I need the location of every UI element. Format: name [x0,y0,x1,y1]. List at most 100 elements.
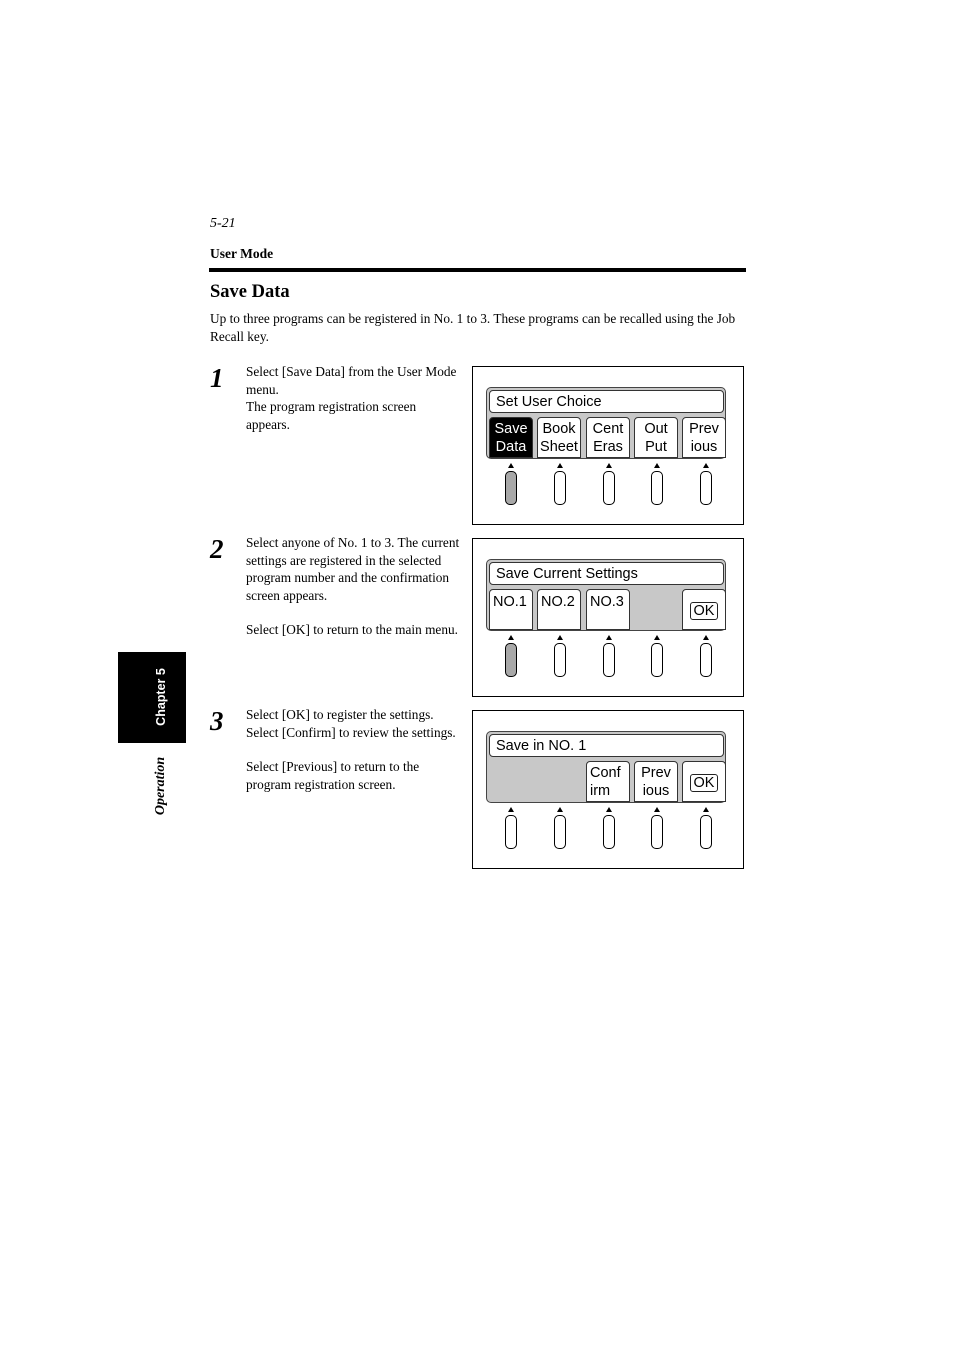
previous-key[interactable]: Prev ious [634,761,678,802]
lcd-screen: Save Current Settings NO.1 NO.2 NO.3 OK [486,559,726,631]
key-label: Book [542,421,576,437]
key-label: Prev [689,421,719,437]
page-title: Save Data [210,282,290,302]
hardware-key[interactable] [554,815,566,849]
hardware-key[interactable] [700,815,712,849]
key-label: ious [690,438,718,455]
step-text: Select [OK] to register the settings. Se… [246,706,461,793]
arrow-up-icon [508,463,514,468]
arrow-up-icon [654,463,660,468]
arrow-up-icon [508,807,514,812]
key-label: NO.2 [541,594,575,610]
hardware-key[interactable] [554,643,566,677]
confirm-key[interactable]: Conf irm [586,761,630,802]
hardware-key[interactable] [651,471,663,505]
hardware-key[interactable] [700,471,712,505]
hardware-button[interactable] [603,635,615,679]
hardware-key[interactable] [651,815,663,849]
arrow-up-icon [703,807,709,812]
step-paragraph: Select [Save Data] from the User Mode me… [246,364,457,397]
ok-key[interactable]: OK [682,589,726,630]
step-number: 3 [210,706,224,736]
lcd-title: Set User Choice [489,390,724,413]
key-label: NO.3 [590,594,624,610]
ok-key[interactable]: OK [682,761,726,802]
hardware-button[interactable] [603,463,615,507]
hardware-button[interactable] [651,463,663,507]
no2-key[interactable]: NO.2 [537,589,581,630]
no1-key[interactable]: NO.1 [489,589,533,630]
lcd-title: Save Current Settings [489,562,724,585]
arrow-up-icon [557,635,563,640]
intro-text: Up to three programs can be registered i… [210,311,736,344]
previous-key[interactable]: Prev ious [682,417,726,458]
hardware-button-row [473,635,743,685]
arrow-up-icon [606,807,612,812]
hardware-key[interactable] [603,815,615,849]
step-paragraph: Select [OK] to register the settings. Se… [246,707,456,740]
key-label: NO.1 [493,594,527,610]
arrow-up-icon [654,807,660,812]
key-label: Put [645,438,667,455]
arrow-up-icon [606,463,612,468]
key-label: Prev [641,765,671,781]
step-paragraph: Select [OK] to return to the main menu. [246,622,458,638]
key-label: Save [494,421,528,437]
hardware-button[interactable] [505,807,517,851]
arrow-up-icon [703,463,709,468]
ok-label: OK [689,602,719,620]
hardware-key[interactable] [651,643,663,677]
arrow-up-icon [557,807,563,812]
cent-eras-key[interactable]: Cent Eras [586,417,630,458]
step-paragraph: Select [Previous] to return to the progr… [246,759,420,792]
hardware-button[interactable] [603,807,615,851]
header-rule [209,268,746,272]
step-paragraph: The program registration screen appears. [246,399,417,432]
key-label: Out [644,421,668,437]
key-label: Eras [593,438,623,455]
step-paragraph: Select anyone of No. 1 to 3. The current… [246,535,460,603]
hardware-key[interactable] [603,471,615,505]
hardware-button[interactable] [700,807,712,851]
chapter-tab-label: Chapter 5 [154,668,168,726]
key-label: irm [590,782,611,799]
hardware-button[interactable] [505,635,517,679]
hardware-key[interactable] [505,471,517,505]
save-data-key[interactable]: Save Data [489,417,533,458]
out-put-key[interactable]: Out Put [634,417,678,458]
hardware-key[interactable] [603,643,615,677]
hardware-button[interactable] [554,635,566,679]
key-label: Conf [590,765,621,781]
hardware-key[interactable] [505,815,517,849]
hardware-key[interactable] [505,643,517,677]
chapter-tab [118,652,186,743]
hardware-button[interactable] [554,807,566,851]
key-label: Cent [592,421,624,437]
key-label: Data [495,438,527,455]
hardware-button[interactable] [505,463,517,507]
no3-key[interactable]: NO.3 [586,589,630,630]
hardware-key[interactable] [700,643,712,677]
lcd-panel-save-in-no1: Save in NO. 1 Conf irm Prev ious OK [472,710,744,869]
step-text: Select [Save Data] from the User Mode me… [246,363,461,433]
hardware-button[interactable] [554,463,566,507]
step-text: Select anyone of No. 1 to 3. The current… [246,534,461,639]
arrow-up-icon [654,635,660,640]
lcd-title: Save in NO. 1 [489,734,724,757]
hardware-button[interactable] [700,463,712,507]
step-number: 2 [210,534,224,564]
key-label: ious [642,782,670,799]
hardware-button[interactable] [651,635,663,679]
hardware-button-row [473,463,743,513]
section-label: User Mode [210,246,274,261]
ok-label: OK [689,774,719,792]
book-sheet-key[interactable]: Book Sheet [537,417,581,458]
hardware-button[interactable] [651,807,663,851]
hardware-key[interactable] [554,471,566,505]
arrow-up-icon [557,463,563,468]
part-label: Operation [153,756,168,816]
arrow-up-icon [508,635,514,640]
step-number: 1 [210,363,224,393]
hardware-button[interactable] [700,635,712,679]
lcd-screen: Save in NO. 1 Conf irm Prev ious OK [486,731,726,803]
